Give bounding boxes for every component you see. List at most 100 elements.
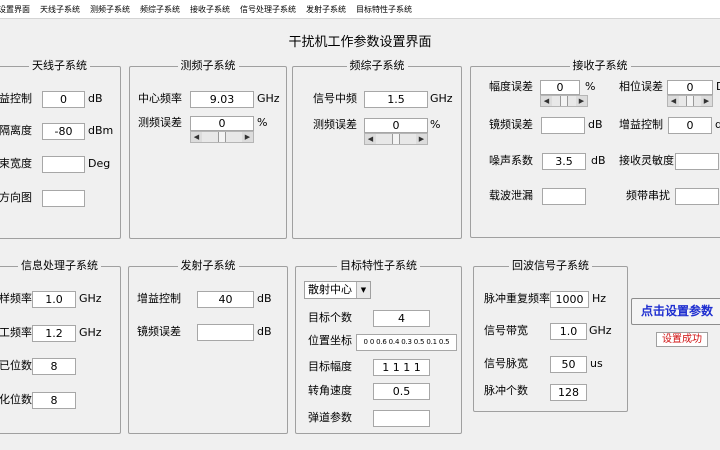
target-pos-label: 位置坐标 [308, 334, 352, 347]
slider-right-arrow-icon[interactable]: ▶ [701, 96, 712, 106]
sigproc-b2-label: 化位数 [0, 393, 32, 406]
receiver-gain-input[interactable]: 0 [668, 117, 712, 134]
receiver-noise-unit: dB [591, 154, 606, 167]
receiver-amp-input[interactable]: 0 [540, 80, 580, 95]
receiver-phase-input[interactable]: 0 [667, 80, 713, 95]
sigproc-f1-unit: GHz [79, 292, 102, 305]
sigproc-f2-input[interactable]: 1.2 [32, 325, 76, 342]
receiver-cross-input[interactable] [675, 188, 719, 205]
menu-item-antenna[interactable]: 天线子系统 [40, 4, 80, 15]
receiver-image-unit: dB [588, 118, 603, 131]
antenna-pattern-input[interactable] [42, 190, 85, 207]
antenna-gain-label: 益控制 [0, 92, 32, 105]
receiver-amp-slider[interactable]: ◀ ▶ [540, 95, 588, 107]
freqmeas-error-slider[interactable]: ◀ ▶ [190, 131, 254, 143]
freqmeas-center-unit: GHz [257, 92, 280, 105]
slider-right-arrow-icon[interactable]: ▶ [416, 134, 427, 144]
receiver-panel-title: 接收子系统 [569, 59, 631, 72]
echo-np-label: 脉冲个数 [484, 384, 528, 397]
receiver-sens-input[interactable] [675, 153, 719, 170]
menu-item-transmit[interactable]: 发射子系统 [306, 4, 346, 15]
menu-item-target[interactable]: 目标特性子系统 [356, 4, 412, 15]
receiver-amp-unit: % [585, 80, 596, 93]
freqmeas-panel: 测频子系统 中心频率 9.03 GHz 测频误差 0 % ◀ ▶ [129, 59, 287, 239]
slider-right-arrow-icon[interactable]: ▶ [576, 96, 587, 106]
transmit-gain-input[interactable]: 40 [197, 291, 254, 308]
antenna-sidelobe-label: 隔离度 [0, 124, 32, 137]
antenna-gain-unit: dB [88, 92, 103, 105]
transmit-panel-title: 发射子系统 [177, 259, 239, 272]
sigproc-b1-input[interactable]: 8 [32, 358, 76, 375]
target-panel-title: 目标特性子系统 [337, 259, 420, 272]
sigproc-f2-unit: GHz [79, 326, 102, 339]
target-speed-label: 转角速度 [308, 384, 352, 397]
menu-item-settings[interactable]: 设置界面 [0, 4, 30, 15]
receiver-gain-label: 增益控制 [619, 118, 663, 131]
receiver-sens-label: 接收灵敏度 [619, 154, 674, 167]
echo-bw-label: 信号带宽 [484, 324, 528, 337]
receiver-leak-input[interactable] [542, 188, 586, 205]
menu-item-freqmeas[interactable]: 测频子系统 [90, 4, 130, 15]
receiver-phase-label: 相位误差 [619, 80, 663, 93]
target-count-label: 目标个数 [308, 311, 352, 324]
chevron-down-icon[interactable]: ▼ [356, 282, 370, 298]
slider-thumb[interactable] [218, 132, 226, 142]
target-ballistic-input[interactable] [373, 410, 430, 427]
echo-prf-label: 脉冲重复频率 [484, 292, 550, 305]
echo-bw-input[interactable]: 1.0 [550, 323, 587, 340]
target-panel: 目标特性子系统 散射中心 ▼ 目标个数 4 位置坐标 0 0 0.6 0.4 0… [295, 259, 462, 434]
echo-pw-input[interactable]: 50 [550, 356, 587, 373]
menu-item-sigproc[interactable]: 信号处理子系统 [240, 4, 296, 15]
slider-left-arrow-icon[interactable]: ◀ [191, 132, 202, 142]
menu-item-synth[interactable]: 频综子系统 [140, 4, 180, 15]
target-count-input[interactable]: 4 [373, 310, 430, 327]
menu-bar: 设置界面 天线子系统 测频子系统 频综子系统 接收子系统 信号处理子系统 发射子… [0, 0, 720, 19]
synth-error-label: 测频误差 [313, 118, 357, 131]
antenna-beam-unit: Deg [88, 157, 111, 170]
sigproc-panel: 信息处理子系统 样频率 1.0 GHz 工频率 1.2 GHz 已位数 8 化位… [0, 259, 121, 434]
sigproc-panel-title: 信息处理子系统 [18, 259, 101, 272]
sigproc-f1-input[interactable]: 1.0 [32, 291, 76, 308]
receiver-gain-unit: d [715, 118, 720, 131]
synth-error-slider[interactable]: ◀ ▶ [364, 133, 428, 145]
synth-error-input[interactable]: 0 [364, 118, 428, 133]
receiver-image-input[interactable] [541, 117, 585, 134]
transmit-image-input[interactable] [197, 324, 254, 341]
slider-thumb[interactable] [392, 134, 400, 144]
receiver-amp-label: 幅度误差 [489, 80, 533, 93]
freqmeas-panel-title: 测频子系统 [177, 59, 239, 72]
target-speed-input[interactable]: 0.5 [373, 383, 430, 400]
antenna-sidelobe-input[interactable]: -80 [42, 123, 85, 140]
antenna-gain-input[interactable]: 0 [42, 91, 85, 108]
freqmeas-error-label: 测频误差 [138, 116, 182, 129]
slider-left-arrow-icon[interactable]: ◀ [668, 96, 679, 106]
receiver-phase-slider[interactable]: ◀ ▶ [667, 95, 713, 107]
target-mode-select[interactable]: 散射中心 ▼ [304, 281, 371, 299]
receiver-noise-label: 噪声系数 [489, 154, 533, 167]
sigproc-b2-input[interactable]: 8 [32, 392, 76, 409]
slider-thumb[interactable] [560, 96, 568, 106]
echo-prf-unit: Hz [592, 292, 607, 305]
echo-prf-input[interactable]: 1000 [550, 291, 589, 308]
synth-if-input[interactable]: 1.5 [364, 91, 428, 108]
antenna-panel: 天线子系统 益控制 0 dB 隔离度 -80 dBm 束宽度 Deg 方向图 [0, 59, 121, 239]
echo-np-input[interactable]: 128 [550, 384, 587, 401]
set-params-button[interactable]: 点击设置参数 [631, 298, 720, 325]
synth-panel: 频综子系统 信号中频 1.5 GHz 测频误差 0 % ◀ ▶ [292, 59, 462, 239]
target-amp-input[interactable]: 1 1 1 1 [373, 359, 430, 376]
slider-left-arrow-icon[interactable]: ◀ [541, 96, 552, 106]
target-pos-input[interactable]: 0 0 0.6 0.4 0.3 0.5 0.1 0.5 [356, 334, 457, 351]
synth-if-label: 信号中频 [313, 92, 357, 105]
antenna-beam-input[interactable] [42, 156, 85, 173]
slider-right-arrow-icon[interactable]: ▶ [242, 132, 253, 142]
receiver-noise-input[interactable]: 3.5 [542, 153, 586, 170]
slider-thumb[interactable] [686, 96, 694, 106]
slider-left-arrow-icon[interactable]: ◀ [365, 134, 376, 144]
receiver-image-label: 镜频误差 [489, 118, 533, 131]
target-mode-value: 散射中心 [308, 283, 352, 296]
synth-if-unit: GHz [430, 92, 453, 105]
freqmeas-error-input[interactable]: 0 [190, 116, 254, 131]
freqmeas-center-input[interactable]: 9.03 [190, 91, 254, 108]
echo-pw-label: 信号脉宽 [484, 357, 528, 370]
menu-item-receiver[interactable]: 接收子系统 [190, 4, 230, 15]
